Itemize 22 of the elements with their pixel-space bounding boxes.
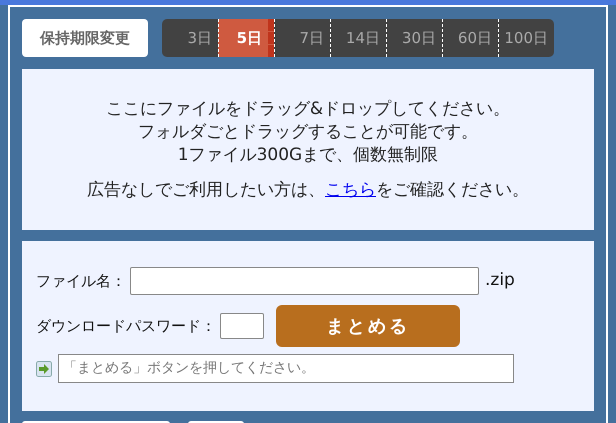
- ad-note: 広告なしでご利用したい方は、こちら をご確認ください。: [87, 178, 529, 202]
- password-field[interactable]: [220, 313, 264, 339]
- period-tab[interactable]: 14日: [330, 19, 386, 57]
- period-tab[interactable]: 30日: [386, 19, 442, 57]
- period-tab[interactable]: 60日: [442, 19, 498, 57]
- password-label: ダウンロードパスワード：: [36, 316, 216, 337]
- period-tab[interactable]: 100日: [498, 19, 554, 57]
- instruction-text: ここにファイルをドラッグ&ドロップしてください。: [106, 98, 510, 120]
- instruction-text: 1ファイル300Gまで、個数無制限: [178, 144, 438, 166]
- extension-label: .zip: [485, 269, 515, 292]
- status-field: 「まとめる」ボタンを押してください。: [58, 354, 514, 383]
- drop-zone[interactable]: ここにファイルをドラッグ&ドロップしてください。 フォルダごとドラッグすることが可能です。 1ファイル300Gまで、個数無制限 広告なしでご利用したい方は、こちら をご確認ください。: [22, 69, 594, 230]
- retention-button[interactable]: 保持期限変更: [22, 19, 148, 57]
- filename-field[interactable]: [130, 267, 479, 295]
- instruction-text: フォルダごとドラッグすることが可能です。: [138, 120, 478, 144]
- submit-button[interactable]: まとめる: [276, 305, 460, 347]
- here-link[interactable]: こちら: [325, 180, 376, 200]
- filename-label: ファイル名：: [36, 270, 126, 292]
- period-tab[interactable]: 5日: [218, 19, 274, 57]
- period-tab[interactable]: 3日: [162, 19, 218, 57]
- arrow-icon: [36, 360, 52, 376]
- period-tab[interactable]: 7日: [274, 19, 330, 57]
